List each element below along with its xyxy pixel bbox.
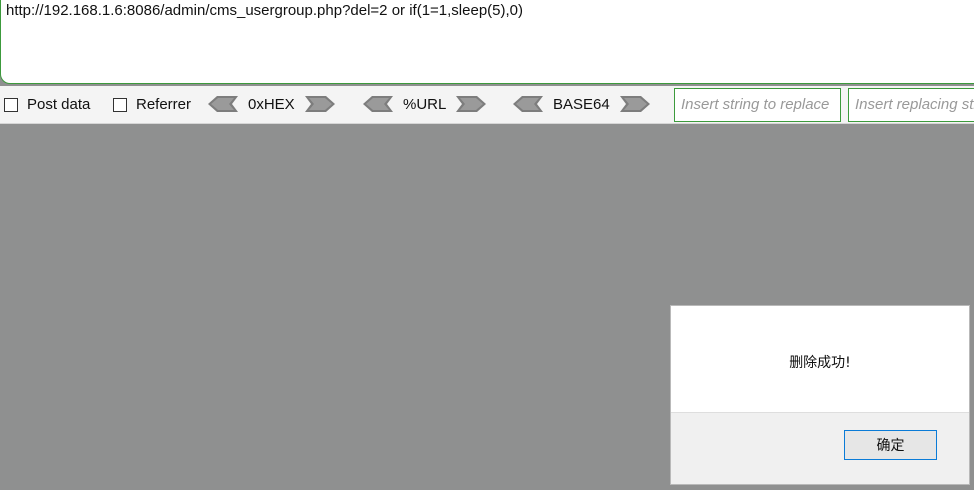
base64-label: BASE64 [553, 95, 610, 113]
base64-decode-arrow-icon[interactable] [513, 95, 543, 113]
post-data-label: Post data [27, 96, 91, 113]
referrer-label: Referrer [136, 96, 192, 113]
referrer-checkbox[interactable] [113, 97, 127, 112]
base64-encoder: BASE64 [513, 95, 650, 113]
hackbar-toolbar: Post data Referrer 0xHEX %URL BASE64 Ins… [0, 86, 974, 124]
url-label: %URL [403, 95, 447, 113]
url-encoder: %URL [363, 95, 487, 113]
url-textarea[interactable]: http://192.168.1.6:8086/admin/cms_usergr… [0, 0, 974, 84]
alert-message: 删除成功! [789, 355, 851, 371]
replacing-string-input[interactable]: Insert replacing string [848, 88, 974, 122]
base64-encode-arrow-icon[interactable] [619, 95, 650, 113]
post-data-toggle[interactable]: Post data [4, 96, 90, 113]
hex-encoder: 0xHEX [208, 95, 335, 113]
hex-label: 0xHEX [248, 95, 295, 113]
alert-footer: 确定 [671, 412, 969, 484]
url-text[interactable]: http://192.168.1.6:8086/admin/cms_usergr… [6, 2, 523, 19]
url-encode-arrow-icon[interactable] [456, 95, 487, 113]
post-data-checkbox[interactable] [4, 97, 18, 112]
hex-encode-arrow-icon[interactable] [304, 95, 335, 113]
hex-decode-arrow-icon[interactable] [208, 95, 238, 113]
url-decode-arrow-icon[interactable] [363, 95, 393, 113]
replace-string-input[interactable]: Insert string to replace [674, 88, 841, 122]
ok-button[interactable]: 确定 [844, 430, 937, 460]
referrer-toggle[interactable]: Referrer [113, 96, 191, 113]
alert-dialog: 删除成功! 确定 [670, 305, 970, 485]
